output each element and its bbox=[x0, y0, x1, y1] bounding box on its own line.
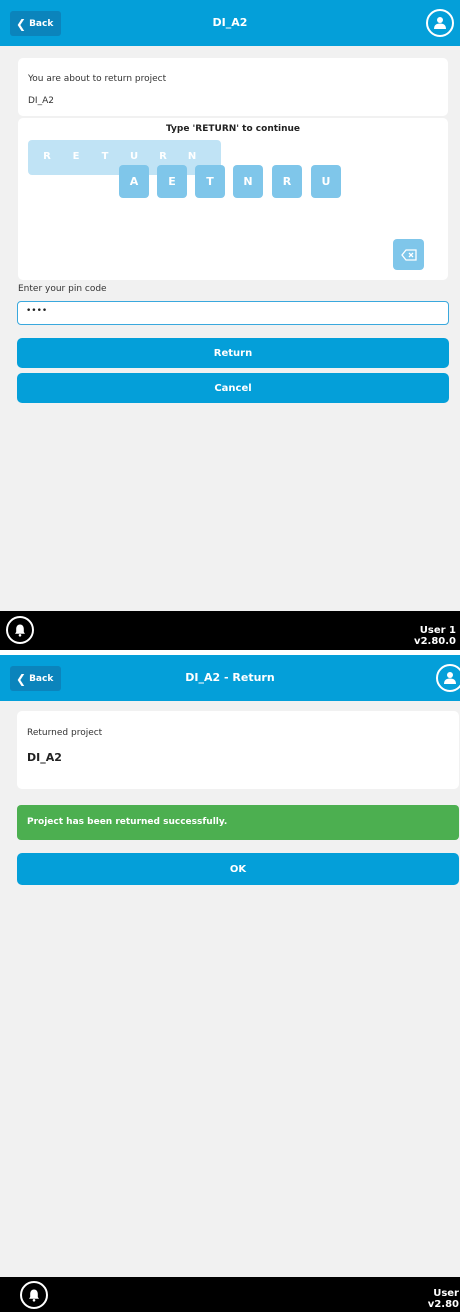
pin-value: •••• bbox=[26, 306, 48, 316]
app-header: ❮ Back DI_A2 bbox=[0, 0, 460, 46]
info-text: You are about to return project bbox=[28, 74, 167, 84]
pin-label: Enter your pin code bbox=[18, 284, 107, 294]
app-footer: User v2.80 bbox=[0, 1277, 460, 1312]
app-version: v2.80.0 bbox=[414, 636, 456, 647]
user-icon bbox=[434, 17, 446, 29]
typed-letter: R bbox=[43, 151, 51, 162]
app-version: v2.80 bbox=[427, 1299, 459, 1310]
backspace-key[interactable] bbox=[393, 239, 424, 270]
footer-info: User v2.80 bbox=[428, 1288, 459, 1310]
letter-key[interactable]: A bbox=[119, 165, 149, 198]
ok-button[interactable]: OK bbox=[17, 853, 459, 885]
user-profile-button[interactable] bbox=[436, 664, 460, 692]
page-title: DI_A2 - Return bbox=[185, 671, 275, 684]
typed-letter: E bbox=[72, 151, 80, 162]
app-header: ❮ Back DI_A2 - Return bbox=[0, 655, 460, 701]
typed-letter: N bbox=[187, 151, 197, 162]
notifications-button[interactable] bbox=[20, 1281, 48, 1309]
page-title: DI_A2 bbox=[212, 16, 248, 29]
return-button[interactable]: Return bbox=[17, 338, 449, 368]
typed-letter: T bbox=[101, 151, 109, 162]
project-info-card: You are about to return project DI_A2 bbox=[18, 58, 448, 116]
info-text: Returned project bbox=[27, 728, 103, 738]
user-name: User 1 bbox=[419, 625, 456, 636]
user-name: User bbox=[433, 1288, 459, 1299]
user-icon bbox=[444, 672, 456, 684]
footer-info: User 1 v2.80.0 bbox=[414, 625, 456, 647]
project-info-card: Returned project DI_A2 bbox=[17, 711, 459, 789]
letter-key[interactable]: R bbox=[272, 165, 302, 198]
letter-key[interactable]: E bbox=[157, 165, 187, 198]
notifications-button[interactable] bbox=[6, 616, 34, 644]
letter-key[interactable]: U bbox=[311, 165, 341, 198]
letter-key[interactable]: N bbox=[233, 165, 263, 198]
typed-letter: R bbox=[159, 151, 167, 162]
return-confirm-screen: ❮ Back DI_A2 You are about to return pro… bbox=[0, 0, 460, 650]
confirm-input-card: Type 'RETURN' to continue R E T U R N A … bbox=[18, 118, 448, 280]
typed-letter: U bbox=[129, 151, 139, 162]
letter-key[interactable]: T bbox=[195, 165, 225, 198]
project-name: DI_A2 bbox=[28, 96, 54, 106]
user-profile-button[interactable] bbox=[426, 9, 454, 37]
success-alert: Project has been returned successfully. bbox=[17, 805, 459, 840]
confirm-instruction: Type 'RETURN' to continue bbox=[165, 124, 301, 134]
backspace-icon bbox=[400, 248, 417, 261]
project-name: DI_A2 bbox=[27, 751, 62, 764]
app-footer: User 1 v2.80.0 bbox=[0, 611, 460, 650]
bell-icon bbox=[15, 624, 25, 637]
cancel-button[interactable]: Cancel bbox=[17, 373, 449, 403]
return-success-screen: ❮ Back DI_A2 - Return Returned project D… bbox=[0, 655, 460, 1312]
pin-input[interactable]: •••• bbox=[17, 301, 449, 325]
bell-icon bbox=[29, 1289, 39, 1302]
